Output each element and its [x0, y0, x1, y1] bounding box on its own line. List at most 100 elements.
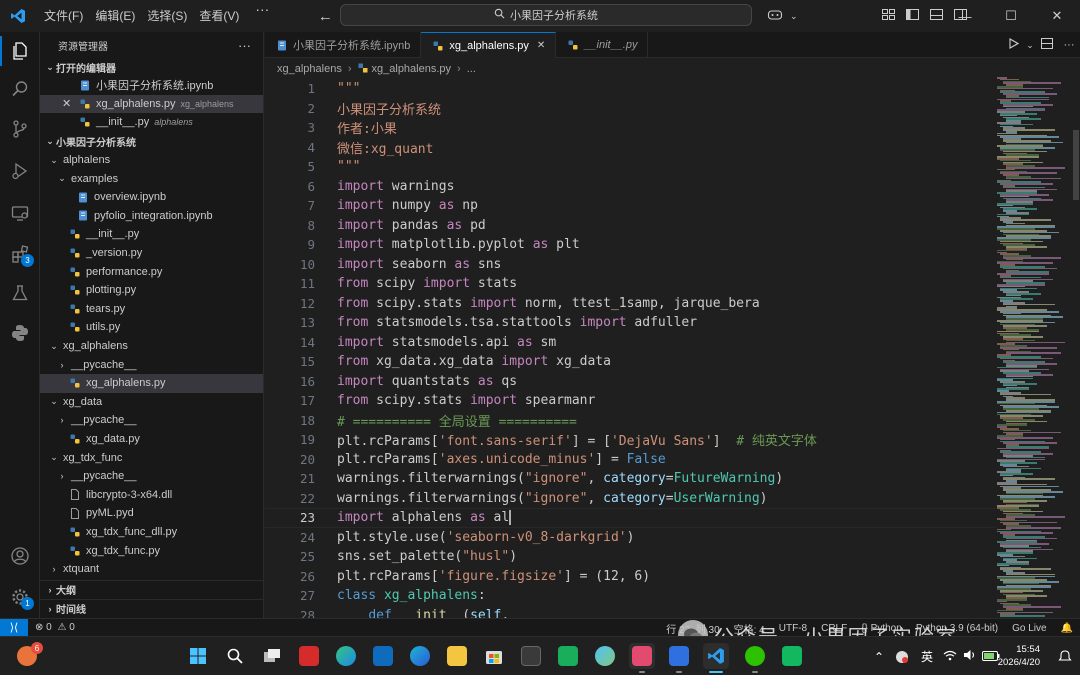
code-line[interactable]: 8 import pandas as pd: [265, 216, 995, 236]
breadcrumb-symbol[interactable]: ...: [467, 63, 476, 75]
tree-folder[interactable]: › xtquant: [40, 560, 263, 579]
search-view-icon[interactable]: [0, 70, 40, 108]
copilot-chevron-down-icon[interactable]: ⌄: [790, 11, 798, 22]
open-editor-item[interactable]: __init__.py alphalens: [40, 113, 263, 132]
tree-file[interactable]: plotting.py: [40, 281, 263, 300]
taskbar-search-icon[interactable]: [222, 643, 248, 669]
breadcrumb-folder[interactable]: xg_alphalens: [277, 63, 342, 75]
screenshot-tool-icon[interactable]: [629, 643, 655, 673]
code-editor[interactable]: 1 """ 2 小果因子分析系统 3 作者:小果 4 微信:xg_quant 5 """ 6 impo…: [265, 79, 995, 618]
tree-file[interactable]: xg_tdx_func.py: [40, 541, 263, 560]
start-icon[interactable]: [185, 643, 211, 669]
menu-view[interactable]: 查看(V): [193, 1, 245, 31]
code-line[interactable]: 23 import alphalens as al: [265, 508, 995, 528]
tree-folder[interactable]: ⌄ alphalens: [40, 151, 263, 170]
code-line[interactable]: 17 from scipy.stats import spearmanr: [265, 391, 995, 411]
code-line[interactable]: 28 def __init__(self,: [265, 606, 995, 618]
breadcrumb-file[interactable]: xg_alphalens.py: [372, 63, 452, 75]
explorer-more-button[interactable]: ···: [238, 38, 251, 53]
code-line[interactable]: 19 plt.rcParams['font.sans-serif'] = ['De…: [265, 430, 995, 450]
input-language[interactable]: 英: [914, 648, 940, 665]
outlook-icon[interactable]: [370, 643, 396, 669]
account-icon[interactable]: [0, 537, 40, 575]
menu-more-button[interactable]: ···: [245, 1, 279, 31]
code-line[interactable]: 22 warnings.filterwarnings("ignore", cate…: [265, 489, 995, 509]
vscode-taskbar-icon[interactable]: [703, 643, 729, 673]
wps-icon[interactable]: [296, 643, 322, 669]
code-line[interactable]: 13 from statsmodels.tsa.stattools import …: [265, 313, 995, 333]
testing-flask-icon[interactable]: [0, 274, 40, 312]
file-explorer-icon[interactable]: [444, 643, 470, 669]
run-python-icon[interactable]: [1002, 38, 1024, 52]
more-actions-button[interactable]: ···: [1058, 39, 1080, 51]
tree-folder[interactable]: › __pycache__: [40, 467, 263, 486]
back-arrow-icon[interactable]: ←: [313, 8, 337, 25]
copilot-icon[interactable]: [760, 9, 790, 24]
go-live-button[interactable]: Go Live: [1005, 623, 1053, 634]
show-hidden-icons-chevron-up-icon[interactable]: ⌃: [868, 650, 890, 664]
code-line[interactable]: 20 plt.rcParams['axes.unicode_minus'] = F…: [265, 450, 995, 470]
code-line[interactable]: 6 import warnings: [265, 177, 995, 197]
code-line[interactable]: 26 plt.rcParams['figure.figsize'] = (12, …: [265, 567, 995, 587]
project-folder-header[interactable]: ⌄ 小果因子分析系统: [40, 133, 263, 151]
minimap[interactable]: [995, 59, 1073, 618]
menu-file[interactable]: 文件(F): [38, 1, 89, 31]
system-clock[interactable]: 15:54 2026/4/20: [998, 643, 1040, 669]
wifi-icon[interactable]: [940, 650, 960, 664]
tree-folder[interactable]: ⌄ xg_data: [40, 393, 263, 412]
code-line[interactable]: 7 import numpy as np: [265, 196, 995, 216]
code-line[interactable]: 21 warnings.filterwarnings("ignore", cate…: [265, 469, 995, 489]
tree-file[interactable]: xg_data.py: [40, 430, 263, 449]
menu-selection[interactable]: 选择(S): [141, 1, 193, 31]
tree-folder[interactable]: › __pycache__: [40, 355, 263, 374]
microsoft-store-icon[interactable]: [481, 643, 507, 669]
extensions-icon[interactable]: 3: [0, 235, 40, 273]
code-line[interactable]: 16 import quantstats as qs: [265, 372, 995, 392]
tree-file[interactable]: _version.py: [40, 244, 263, 263]
tree-file[interactable]: pyfolio_integration.ipynb: [40, 207, 263, 226]
run-chevron-down-icon[interactable]: ⌄: [1024, 40, 1036, 51]
tree-folder[interactable]: ⌄ examples: [40, 169, 263, 188]
settings-gear-icon[interactable]: 1: [0, 578, 40, 616]
code-line[interactable]: 2 小果因子分析系统: [265, 99, 995, 119]
widgets-icon[interactable]: 6: [14, 642, 43, 669]
tree-file[interactable]: utils.py: [40, 318, 263, 337]
code-line[interactable]: 4 微信:xg_quant: [265, 138, 995, 158]
code-line[interactable]: 1 """: [265, 79, 995, 99]
tree-file[interactable]: overview.ipynb: [40, 188, 263, 207]
timeline-header[interactable]: › 时间线: [40, 599, 263, 617]
photos-icon[interactable]: [592, 643, 618, 669]
code-line[interactable]: 3 作者:小果: [265, 118, 995, 138]
minimize-icon[interactable]: —: [942, 0, 988, 32]
explorer-icon[interactable]: [0, 32, 40, 70]
code-line[interactable]: 10 import seaborn as sns: [265, 255, 995, 275]
toggle-primary-sidebar-icon[interactable]: [900, 9, 924, 23]
open-editors-header[interactable]: ⌄ 打开的编辑器: [40, 58, 263, 76]
remote-indicator-icon[interactable]: ⟩⟨: [0, 618, 28, 637]
maximize-icon[interactable]: ☐: [988, 0, 1034, 32]
tree-file[interactable]: __init__.py: [40, 225, 263, 244]
edge-ai-icon[interactable]: [407, 643, 433, 669]
command-center-search[interactable]: 小果因子分析系统: [340, 4, 752, 26]
code-line[interactable]: 25 sns.set_palette("husl"): [265, 547, 995, 567]
tree-file[interactable]: libcrypto-3-x64.dll: [40, 485, 263, 504]
python-icon[interactable]: [0, 314, 40, 352]
chat-app-icon[interactable]: [779, 643, 805, 669]
tree-folder[interactable]: › __pycache__: [40, 411, 263, 430]
code-line[interactable]: 14 import statsmodels.api as sm: [265, 333, 995, 353]
menu-edit[interactable]: 编辑(E): [89, 1, 141, 31]
volume-icon[interactable]: [960, 649, 980, 664]
code-line[interactable]: 24 plt.style.use('seaborn-v0_8-darkgrid'): [265, 528, 995, 548]
notifications-bell-icon[interactable]: 🔔: [1054, 623, 1080, 634]
vertical-scrollbar[interactable]: [1073, 130, 1079, 200]
code-line[interactable]: 11 from scipy import stats: [265, 274, 995, 294]
terminal-app-icon[interactable]: [518, 643, 544, 669]
close-editor-icon[interactable]: ✕: [62, 97, 71, 110]
source-control-icon[interactable]: [0, 110, 40, 148]
customize-layout-icon[interactable]: [876, 9, 900, 23]
open-editor-item[interactable]: ✕ xg_alphalens.py xg_alphalens: [40, 94, 263, 114]
green-app-icon[interactable]: [555, 643, 581, 669]
code-line[interactable]: 15 from xg_data.xg_data import xg_data: [265, 352, 995, 372]
code-line[interactable]: 9 import matplotlib.pyplot as plt: [265, 235, 995, 255]
remote-explorer-icon[interactable]: [0, 194, 40, 232]
